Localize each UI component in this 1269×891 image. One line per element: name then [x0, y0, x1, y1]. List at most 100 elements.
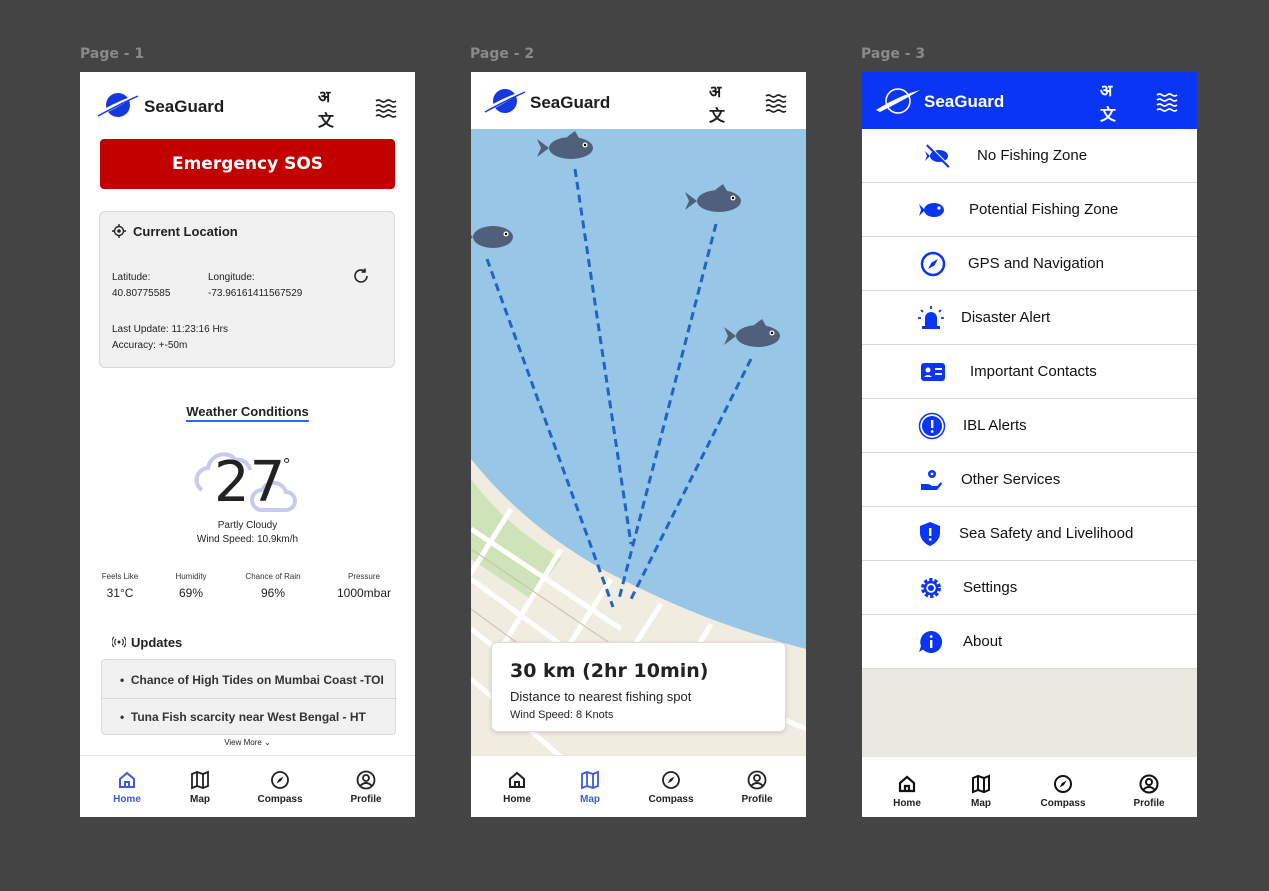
nav-label: Home: [113, 793, 141, 805]
waves-menu-icon[interactable]: [1155, 89, 1179, 113]
menu-label: Potential Fishing Zone: [969, 201, 1119, 218]
nav-label: Compass: [1040, 797, 1086, 809]
menu-label: IBL Alerts: [963, 417, 1027, 434]
nav-label: Profile: [350, 793, 382, 805]
current-location-card: Current Location Latitude: 40.80775585 L…: [99, 211, 395, 368]
temperature-value: 27: [214, 450, 286, 515]
brand-name: SeaGuard: [144, 97, 225, 116]
update-item[interactable]: • Tuna Fish scarcity near West Bengal - …: [102, 698, 397, 735]
bottom-navigation: Home Map Compass Profile: [862, 756, 1197, 817]
waves-menu-icon[interactable]: [374, 95, 398, 119]
last-update-text: Last Update: 11:23:16 Hrs: [112, 324, 228, 335]
nav-compass[interactable]: Compass: [1028, 760, 1098, 817]
update-item-text: Tuna Fish scarcity near West Bengal - HT: [130, 709, 366, 724]
page-label-2: Page - 2: [470, 46, 535, 62]
menu-item-important-contacts[interactable]: Important Contacts: [862, 345, 1197, 399]
profile-icon: [356, 770, 376, 789]
nav-home[interactable]: Home: [482, 756, 552, 817]
location-title: Current Location: [133, 224, 238, 239]
shield-alert-icon: [920, 522, 940, 546]
longitude-label: Longitude:: [208, 272, 255, 283]
compass-icon: [271, 770, 289, 789]
app-header: SeaGuard अ文: [471, 72, 806, 130]
latitude-value: 40.80775585: [112, 288, 171, 299]
menu-label: GPS and Navigation: [968, 255, 1104, 272]
nav-map[interactable]: Map: [555, 756, 625, 817]
stat-label-pressure: Pressure: [347, 572, 380, 581]
nav-label: Map: [580, 793, 600, 805]
compass-icon: [1054, 774, 1072, 793]
page-2-map-screen: SeaGuard अ文 30 km (2hr 10min) Distance t…: [471, 72, 806, 817]
nav-compass[interactable]: Compass: [245, 756, 315, 817]
menu-label: Settings: [963, 579, 1018, 596]
page-label-1: Page - 1: [80, 46, 145, 62]
nav-compass[interactable]: Compass: [636, 756, 706, 817]
longitude-value: -73.96161411567529: [208, 288, 303, 299]
menu-item-no-fishing-zone[interactable]: No Fishing Zone: [862, 129, 1197, 183]
seaguard-logo-icon: [96, 93, 140, 117]
app-header: SeaGuard अ文: [862, 72, 1197, 129]
bottom-navigation: Home Map Compass Profile: [471, 755, 806, 817]
nav-profile[interactable]: Profile: [1114, 760, 1184, 817]
menu-item-ibl-alerts[interactable]: IBL Alerts: [862, 399, 1197, 453]
profile-icon: [747, 770, 767, 789]
map-icon: [581, 770, 599, 789]
nav-map[interactable]: Map: [165, 756, 235, 817]
update-item-text: Chance of High Tides on Mumbai Coast -TO…: [130, 673, 384, 687]
wind-speed: Wind Speed: 10.9km/h: [196, 534, 299, 545]
stat-value-feels-like: 31°C: [106, 586, 134, 600]
menu-item-other-services[interactable]: Other Services: [862, 453, 1197, 507]
chevron-down-icon: ⌄: [264, 738, 271, 747]
stat-value-pressure: 1000mbar: [336, 586, 392, 600]
latitude-label: Latitude:: [112, 272, 151, 283]
bottom-navigation: Home Map Compass Profile: [80, 755, 415, 817]
seaguard-logo-icon: [876, 88, 920, 114]
contact-card-icon: [921, 363, 945, 381]
page-label-3: Page - 3: [861, 46, 926, 62]
degree-symbol: °: [283, 455, 291, 475]
stat-label-humidity: Humidity: [175, 572, 207, 581]
app-header: SeaGuard अ文: [80, 72, 415, 130]
update-item[interactable]: • Chance of High Tides on Mumbai Coast -…: [102, 662, 397, 699]
nav-profile[interactable]: Profile: [331, 756, 401, 817]
view-more-link[interactable]: View More ⌄: [80, 738, 415, 747]
wind-speed: Wind Speed: 8 Knots: [510, 709, 614, 721]
info-bubble-icon: [919, 630, 943, 653]
updates-list: • Chance of High Tides on Mumbai Coast -…: [101, 659, 397, 735]
nav-home[interactable]: Home: [92, 756, 162, 817]
weather-title-text: Weather Conditions: [186, 404, 309, 422]
nav-label: Compass: [648, 793, 694, 805]
translate-icon[interactable]: अ文: [318, 89, 342, 130]
compass-icon: [920, 251, 946, 277]
menu-label: Sea Safety and Livelihood: [959, 525, 1134, 542]
distance-card[interactable]: 30 km (2hr 10min) Distance to nearest fi…: [491, 642, 786, 732]
emergency-sos-button[interactable]: Emergency SOS: [100, 139, 395, 189]
menu-item-gps-navigation[interactable]: GPS and Navigation: [862, 237, 1197, 291]
refresh-icon[interactable]: [352, 267, 370, 285]
menu-label: Other Services: [961, 471, 1061, 488]
nav-map[interactable]: Map: [946, 760, 1016, 817]
weather-section-title: Weather Conditions: [80, 404, 415, 422]
nav-label: Home: [503, 793, 531, 805]
broadcast-icon: [112, 636, 126, 648]
gear-icon: [921, 578, 941, 598]
menu-item-about[interactable]: About: [862, 615, 1197, 669]
stat-label-rain: Chance of Rain: [245, 572, 301, 581]
menu-item-disaster-alert[interactable]: Disaster Alert: [862, 291, 1197, 345]
translate-icon[interactable]: अ文: [709, 84, 733, 125]
menu-item-potential-fishing-zone[interactable]: Potential Fishing Zone: [862, 183, 1197, 237]
nav-home[interactable]: Home: [872, 760, 942, 817]
stat-value-rain: 96%: [260, 586, 286, 600]
menu-label: No Fishing Zone: [977, 147, 1088, 164]
translate-icon[interactable]: अ文: [1100, 83, 1124, 124]
nav-profile[interactable]: Profile: [722, 756, 792, 817]
view-more-text: View More: [224, 738, 262, 747]
nav-label: Profile: [741, 793, 773, 805]
weather-condition: Partly Cloudy: [217, 520, 278, 531]
map-icon: [191, 770, 209, 789]
menu-item-sea-safety[interactable]: Sea Safety and Livelihood: [862, 507, 1197, 561]
waves-menu-icon[interactable]: [764, 90, 788, 114]
location-target-icon: [112, 224, 126, 238]
updates-title: Updates: [131, 635, 183, 650]
menu-item-settings[interactable]: Settings: [862, 561, 1197, 615]
